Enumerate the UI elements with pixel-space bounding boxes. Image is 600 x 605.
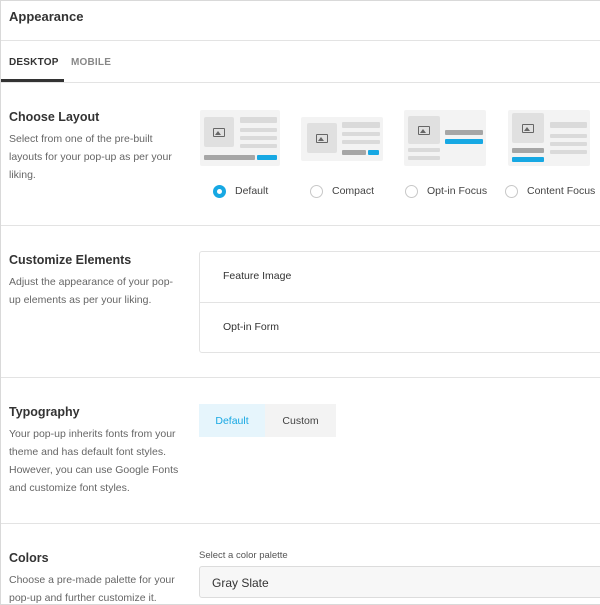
- radio-checked-icon[interactable]: [213, 184, 226, 198]
- device-tabs: DESKTOP MOBILE: [1, 42, 600, 83]
- element-label: Opt-in Form: [223, 321, 280, 333]
- image-icon: [408, 116, 440, 144]
- active-tab-indicator: [1, 79, 64, 82]
- layout-section: Choose Layout Select from one of the pre…: [1, 83, 600, 226]
- tab-desktop[interactable]: DESKTOP: [9, 57, 59, 68]
- colors-section: Colors Choose a pre-made palette for you…: [1, 524, 600, 604]
- typography-custom-button[interactable]: Custom: [265, 404, 336, 437]
- layout-default-preview[interactable]: [200, 110, 280, 166]
- typography-default-button[interactable]: Default: [199, 404, 265, 437]
- element-label: Feature Image: [223, 270, 292, 282]
- page-title: Appearance: [9, 9, 84, 24]
- layout-section-title: Choose Layout: [9, 110, 100, 124]
- layout-section-description: Select from one of the pre-built layouts…: [9, 133, 172, 181]
- layout-option-default[interactable]: Default: [213, 183, 268, 199]
- image-icon: [307, 123, 337, 153]
- layout-option-label: Default: [235, 185, 269, 197]
- elements-section: Customize Elements Adjust the appearance…: [1, 226, 600, 378]
- radio-unchecked-icon[interactable]: [505, 184, 518, 198]
- layout-option-label: Opt-in Focus: [427, 185, 488, 197]
- element-optin-form[interactable]: Opt-in Form: [200, 302, 600, 352]
- elements-section-description: Adjust the appearance of your pop-up ele…: [9, 276, 174, 306]
- layout-content-focus-preview[interactable]: [508, 110, 590, 166]
- layout-optin-focus-preview[interactable]: [404, 110, 486, 166]
- elements-section-title: Customize Elements: [9, 253, 132, 267]
- layout-compact-preview[interactable]: [301, 117, 383, 161]
- colors-section-description: Choose a pre-made palette for your pop-u…: [9, 574, 175, 604]
- radio-unchecked-icon[interactable]: [405, 184, 418, 198]
- layout-option-content-focus[interactable]: Content Focus: [505, 183, 595, 199]
- element-feature-image[interactable]: Feature Image: [200, 252, 600, 302]
- typography-section-title: Typography: [9, 405, 80, 419]
- appearance-panel: Appearance DESKTOP MOBILE Choose Layout …: [0, 0, 600, 605]
- elements-list: Feature Image Opt-in Form: [199, 251, 600, 353]
- panel-header: Appearance: [1, 1, 600, 41]
- palette-selected-value: Gray Slate: [212, 576, 269, 590]
- color-palette-select[interactable]: Gray Slate: [199, 566, 600, 598]
- colors-section-title: Colors: [9, 551, 49, 565]
- radio-unchecked-icon[interactable]: [310, 184, 323, 198]
- image-icon: [512, 113, 544, 143]
- image-icon: [204, 117, 234, 147]
- layout-option-optin-focus[interactable]: Opt-in Focus: [405, 183, 487, 199]
- typography-section-description: Your pop-up inherits fonts from your the…: [9, 428, 179, 494]
- tab-mobile[interactable]: MOBILE: [71, 57, 111, 68]
- layout-option-compact[interactable]: Compact: [310, 183, 374, 199]
- typography-section: Typography Your pop-up inherits fonts fr…: [1, 378, 600, 524]
- layout-option-label: Content Focus: [527, 185, 596, 197]
- layout-option-label: Compact: [332, 185, 375, 197]
- palette-field-label: Select a color palette: [199, 550, 288, 561]
